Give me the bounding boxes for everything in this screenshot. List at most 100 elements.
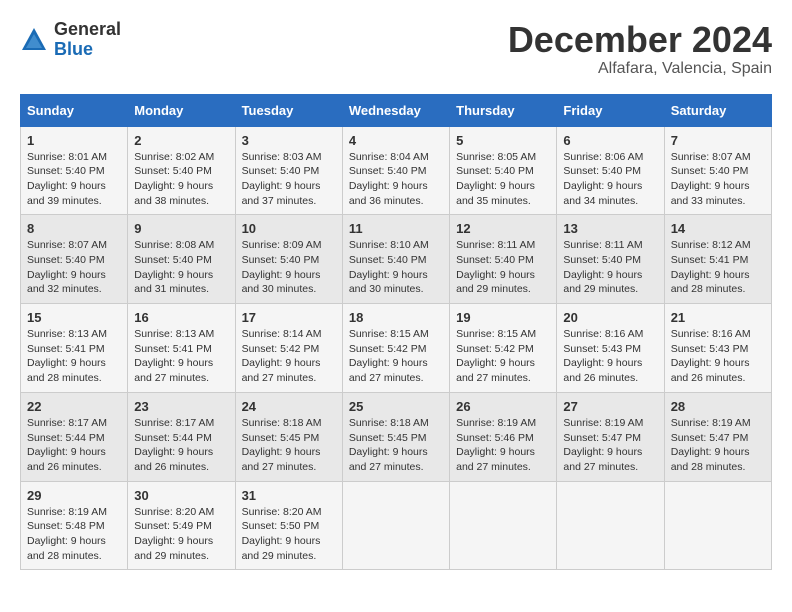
day-number: 22	[27, 399, 121, 414]
day-number: 31	[242, 488, 336, 503]
calendar-week-row: 29 Sunrise: 8:19 AMSunset: 5:48 PMDayligh…	[21, 481, 772, 570]
cell-content: Sunrise: 8:20 AMSunset: 5:49 PMDaylight:…	[134, 505, 228, 564]
day-number: 17	[242, 310, 336, 325]
calendar-week-row: 1Sunrise: 8:01 AMSunset: 5:40 PMDaylight…	[21, 126, 772, 215]
header-day-sunday: Sunday	[21, 94, 128, 126]
day-number: 27	[563, 399, 657, 414]
logo: General Blue	[20, 20, 121, 60]
day-number: 10	[242, 221, 336, 236]
cell-content: Sunrise: 8:15 AMSunset: 5:42 PMDaylight:…	[349, 327, 443, 386]
cell-content: Sunrise: 8:06 AMSunset: 5:40 PMDaylight:…	[563, 150, 657, 209]
header-day-wednesday: Wednesday	[342, 94, 449, 126]
day-number: 12	[456, 221, 550, 236]
logo-icon	[20, 26, 48, 54]
cell-content: Sunrise: 8:04 AMSunset: 5:40 PMDaylight:…	[349, 150, 443, 209]
calendar-cell: 30 Sunrise: 8:20 AMSunset: 5:49 PMDayligh…	[128, 481, 235, 570]
calendar-cell: 21 Sunrise: 8:16 AMSunset: 5:43 PMDayligh…	[664, 304, 771, 393]
cell-content: Sunrise: 8:19 AMSunset: 5:46 PMDaylight:…	[456, 416, 550, 475]
logo-text-blue: Blue	[54, 39, 93, 59]
calendar-week-row: 22 Sunrise: 8:17 AMSunset: 5:44 PMDayligh…	[21, 392, 772, 481]
calendar-cell: 18 Sunrise: 8:15 AMSunset: 5:42 PMDayligh…	[342, 304, 449, 393]
calendar-cell: 22 Sunrise: 8:17 AMSunset: 5:44 PMDayligh…	[21, 392, 128, 481]
cell-content: Sunrise: 8:14 AMSunset: 5:42 PMDaylight:…	[242, 327, 336, 386]
cell-content: Sunrise: 8:15 AMSunset: 5:42 PMDaylight:…	[456, 327, 550, 386]
day-number: 1	[27, 133, 121, 148]
cell-content: Sunrise: 8:07 AMSunset: 5:40 PMDaylight:…	[27, 238, 121, 297]
day-number: 14	[671, 221, 765, 236]
cell-content: Sunrise: 8:18 AMSunset: 5:45 PMDaylight:…	[242, 416, 336, 475]
cell-content: Sunrise: 8:13 AMSunset: 5:41 PMDaylight:…	[134, 327, 228, 386]
calendar-cell: 13 Sunrise: 8:11 AMSunset: 5:40 PMDayligh…	[557, 215, 664, 304]
day-number: 15	[27, 310, 121, 325]
calendar-cell: 1Sunrise: 8:01 AMSunset: 5:40 PMDaylight…	[21, 126, 128, 215]
calendar-cell: 5 Sunrise: 8:05 AMSunset: 5:40 PMDaylight…	[450, 126, 557, 215]
header-day-saturday: Saturday	[664, 94, 771, 126]
day-number: 13	[563, 221, 657, 236]
day-number: 18	[349, 310, 443, 325]
day-number: 23	[134, 399, 228, 414]
cell-content: Sunrise: 8:19 AMSunset: 5:47 PMDaylight:…	[671, 416, 765, 475]
calendar-week-row: 8Sunrise: 8:07 AMSunset: 5:40 PMDaylight…	[21, 215, 772, 304]
calendar-cell: 23 Sunrise: 8:17 AMSunset: 5:44 PMDayligh…	[128, 392, 235, 481]
calendar-cell	[450, 481, 557, 570]
day-number: 16	[134, 310, 228, 325]
cell-content: Sunrise: 8:19 AMSunset: 5:48 PMDaylight:…	[27, 505, 121, 564]
calendar-header-row: SundayMondayTuesdayWednesdayThursdayFrid…	[21, 94, 772, 126]
day-number: 29	[27, 488, 121, 503]
cell-content: Sunrise: 8:13 AMSunset: 5:41 PMDaylight:…	[27, 327, 121, 386]
day-number: 11	[349, 221, 443, 236]
calendar-table: SundayMondayTuesdayWednesdayThursdayFrid…	[20, 94, 772, 571]
calendar-week-row: 15 Sunrise: 8:13 AMSunset: 5:41 PMDayligh…	[21, 304, 772, 393]
cell-content: Sunrise: 8:16 AMSunset: 5:43 PMDaylight:…	[671, 327, 765, 386]
title-section: December 2024 Alfafara, Valencia, Spain	[508, 20, 772, 78]
header-day-tuesday: Tuesday	[235, 94, 342, 126]
calendar-cell	[342, 481, 449, 570]
day-number: 20	[563, 310, 657, 325]
day-number: 24	[242, 399, 336, 414]
cell-content: Sunrise: 8:08 AMSunset: 5:40 PMDaylight:…	[134, 238, 228, 297]
day-number: 30	[134, 488, 228, 503]
calendar-cell: 7 Sunrise: 8:07 AMSunset: 5:40 PMDaylight…	[664, 126, 771, 215]
cell-content: Sunrise: 8:12 AMSunset: 5:41 PMDaylight:…	[671, 238, 765, 297]
calendar-cell: 11 Sunrise: 8:10 AMSunset: 5:40 PMDayligh…	[342, 215, 449, 304]
cell-content: Sunrise: 8:17 AMSunset: 5:44 PMDaylight:…	[27, 416, 121, 475]
header-day-friday: Friday	[557, 94, 664, 126]
calendar-cell	[664, 481, 771, 570]
day-number: 26	[456, 399, 550, 414]
cell-content: Sunrise: 8:11 AMSunset: 5:40 PMDaylight:…	[563, 238, 657, 297]
calendar-cell: 31Sunrise: 8:20 AMSunset: 5:50 PMDayligh…	[235, 481, 342, 570]
day-number: 28	[671, 399, 765, 414]
page-header: General Blue December 2024 Alfafara, Val…	[20, 20, 772, 78]
calendar-cell: 27 Sunrise: 8:19 AMSunset: 5:47 PMDayligh…	[557, 392, 664, 481]
calendar-cell: 15 Sunrise: 8:13 AMSunset: 5:41 PMDayligh…	[21, 304, 128, 393]
month-title: December 2024	[508, 20, 772, 60]
calendar-cell: 14 Sunrise: 8:12 AMSunset: 5:41 PMDayligh…	[664, 215, 771, 304]
day-number: 7	[671, 133, 765, 148]
day-number: 19	[456, 310, 550, 325]
cell-content: Sunrise: 8:18 AMSunset: 5:45 PMDaylight:…	[349, 416, 443, 475]
calendar-cell: 6 Sunrise: 8:06 AMSunset: 5:40 PMDaylight…	[557, 126, 664, 215]
cell-content: Sunrise: 8:19 AMSunset: 5:47 PMDaylight:…	[563, 416, 657, 475]
calendar-cell: 29 Sunrise: 8:19 AMSunset: 5:48 PMDayligh…	[21, 481, 128, 570]
calendar-cell: 24 Sunrise: 8:18 AMSunset: 5:45 PMDayligh…	[235, 392, 342, 481]
header-day-thursday: Thursday	[450, 94, 557, 126]
cell-content: Sunrise: 8:05 AMSunset: 5:40 PMDaylight:…	[456, 150, 550, 209]
day-number: 9	[134, 221, 228, 236]
cell-content: Sunrise: 8:07 AMSunset: 5:40 PMDaylight:…	[671, 150, 765, 209]
calendar-cell: 2Sunrise: 8:02 AMSunset: 5:40 PMDaylight…	[128, 126, 235, 215]
location-title: Alfafara, Valencia, Spain	[508, 60, 772, 78]
calendar-cell: 26 Sunrise: 8:19 AMSunset: 5:46 PMDayligh…	[450, 392, 557, 481]
cell-content: Sunrise: 8:16 AMSunset: 5:43 PMDaylight:…	[563, 327, 657, 386]
calendar-cell: 10Sunrise: 8:09 AMSunset: 5:40 PMDayligh…	[235, 215, 342, 304]
cell-content: Sunrise: 8:17 AMSunset: 5:44 PMDaylight:…	[134, 416, 228, 475]
day-number: 5	[456, 133, 550, 148]
calendar-cell: 8Sunrise: 8:07 AMSunset: 5:40 PMDaylight…	[21, 215, 128, 304]
day-number: 21	[671, 310, 765, 325]
calendar-cell: 19 Sunrise: 8:15 AMSunset: 5:42 PMDayligh…	[450, 304, 557, 393]
calendar-cell: 4Sunrise: 8:04 AMSunset: 5:40 PMDaylight…	[342, 126, 449, 215]
cell-content: Sunrise: 8:03 AMSunset: 5:40 PMDaylight:…	[242, 150, 336, 209]
calendar-cell: 20 Sunrise: 8:16 AMSunset: 5:43 PMDayligh…	[557, 304, 664, 393]
day-number: 2	[134, 133, 228, 148]
cell-content: Sunrise: 8:10 AMSunset: 5:40 PMDaylight:…	[349, 238, 443, 297]
day-number: 6	[563, 133, 657, 148]
